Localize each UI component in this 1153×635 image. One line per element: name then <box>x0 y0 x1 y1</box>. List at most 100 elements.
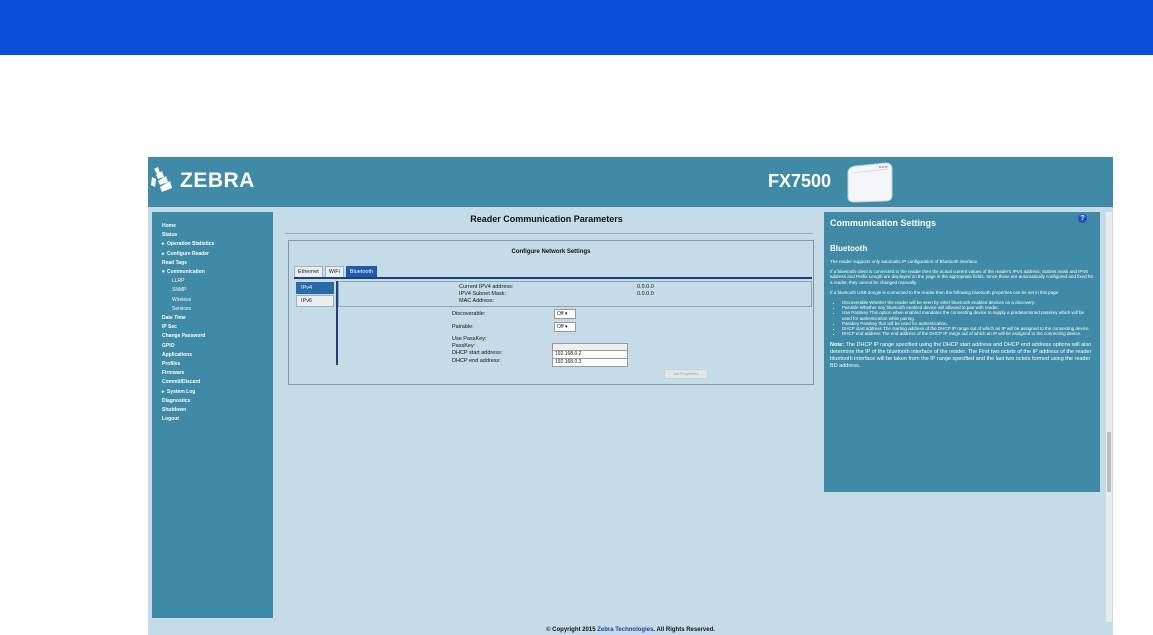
sidebar-item-label: LLRP <box>172 278 185 285</box>
help-property-list: Discoverable Whether the reader will be … <box>830 300 1094 336</box>
sidebar-item-commit-discard[interactable]: Commit/Discard <box>152 378 273 387</box>
ip-info-box: Current IPV4 address: 0.0.0.0 IPV4 Subne… <box>338 281 812 307</box>
app-header: ZEBRA FX7500 <box>148 157 1113 207</box>
set-properties-button[interactable]: Set Properties <box>664 369 708 379</box>
pairable-label: Pairable: <box>452 324 474 330</box>
pairable-select[interactable]: Off ▾ <box>554 322 576 332</box>
sidebar-item-configure-reader[interactable]: ▸ Configure Reader <box>152 250 273 259</box>
help-note: Note: The DHCP IP range specified using … <box>830 342 1094 370</box>
scrollbar[interactable] <box>1106 212 1112 622</box>
mac-address-label: MAC Address: <box>459 298 495 304</box>
sidebar-item-date-time[interactable]: Date Time <box>152 314 273 323</box>
sidebar-item-label: GPIO <box>162 342 175 349</box>
sidebar-item-communication[interactable]: ▾ Communication <box>152 268 273 277</box>
dhcp-end-label: DHCP end address: <box>452 358 501 364</box>
sidebar-item-wireless[interactable]: Wireless <box>152 296 273 305</box>
sidebar-item-label: Date Time <box>162 315 186 322</box>
network-settings-panel: Configure Network Settings Ethernet WiFi… <box>288 240 814 385</box>
help-question-icon[interactable]: ? <box>1078 214 1087 223</box>
sidebar-item-diagnostics[interactable]: Diagnostics <box>152 397 273 406</box>
sidebar-item-label: Operation Statistics <box>167 241 215 248</box>
sidebar-item-label: Applications <box>162 351 193 358</box>
sidebar-item-read-tags[interactable]: Read Tags <box>152 259 273 268</box>
help-panel: Communication Settings ? Bluetooth The r… <box>824 212 1100 492</box>
ip-version-tabs: IPv4 IPv6 <box>296 282 334 308</box>
sidebar-item-label: Profiles <box>162 361 181 368</box>
zebra-head-icon <box>151 167 172 192</box>
discoverable-label: Discoverable: <box>452 311 486 317</box>
note-label: Note: <box>830 342 845 349</box>
sidebar-item-label: Commit/Discard <box>162 379 201 386</box>
sidebar-item-label: Logout <box>162 416 179 423</box>
zebra-logo: ZEBRA <box>148 165 255 197</box>
network-tabs: Ethernet WiFi Bluetooth <box>294 266 379 277</box>
tab-ethernet[interactable]: Ethernet <box>294 266 323 277</box>
sidebar-item-label: Read Tags <box>162 259 187 266</box>
sidebar-item-label: Configure Reader <box>167 250 209 257</box>
sidebar-item-applications[interactable]: Applications <box>152 351 273 360</box>
sidebar-item-label: Status <box>162 232 178 239</box>
sidebar-item-label: IP Sec <box>162 324 177 331</box>
sidebar-item-label: SNMP <box>172 287 187 294</box>
page-title: Reader Communication Parameters <box>470 214 623 224</box>
dhcp-start-label: DHCP start address: <box>452 350 503 356</box>
help-list-item: DHCP end address The end address of the … <box>842 331 1094 336</box>
sidebar-item-llrp[interactable]: LLRP <box>152 277 273 286</box>
sidebar-item-gpio[interactable]: GPIO <box>152 342 273 351</box>
sidebar-item-label: Wireless <box>172 296 192 303</box>
tab-wifi[interactable]: WiFi <box>324 266 344 277</box>
sidebar-item-operation-statistics[interactable]: ▸ Operation Statistics <box>152 240 273 249</box>
sidebar-nav: Home Status ▸ Operation Statistics ▸ Configur… <box>152 212 273 618</box>
copyright-text: © Copyright 2015 <box>546 627 598 633</box>
sidebar-item-label: System Log <box>167 388 196 395</box>
sidebar-item-services[interactable]: Services <box>152 305 273 314</box>
dhcp-end-input[interactable]: 192.168.0.3 <box>552 358 628 367</box>
help-list-item: Use Passkey This option when enabled man… <box>842 310 1094 320</box>
tab-ipv4[interactable]: IPv4 <box>296 282 334 294</box>
sidebar-item-logout[interactable]: Logout <box>152 415 273 424</box>
zebra-link[interactable]: Zebra Technologies <box>597 627 653 633</box>
subnet-mask-label: IPV4 Subnet Mask: <box>459 291 507 297</box>
nav-list: Home Status ▸ Operation Statistics ▸ Configur… <box>152 212 273 424</box>
model-name: FX7500 <box>768 171 832 191</box>
tab-ipv6[interactable]: IPv6 <box>296 295 334 307</box>
note-text: The DHCP IP range specified using the DH… <box>830 342 1092 370</box>
passkey-label: PassKey: <box>452 343 476 349</box>
current-ipv4-value: 0.0.0.0 <box>637 284 654 290</box>
current-ipv4-label: Current IPV4 address: <box>459 284 514 290</box>
help-paragraph: If a bluetooth USB dongle is connected t… <box>830 289 1059 295</box>
brand-name: ZEBRA <box>180 169 255 192</box>
tab-bluetooth[interactable]: Bluetooth <box>345 266 378 277</box>
help-subtitle: Bluetooth <box>830 244 868 253</box>
sidebar-item-profiles[interactable]: Profiles <box>152 360 273 369</box>
help-paragraph: The reader supports only automatic IP co… <box>830 259 979 264</box>
sidebar-item-firmware[interactable]: Firmware <box>152 369 273 378</box>
sidebar-item-change-password[interactable]: Change Password <box>152 332 273 341</box>
rights-text: . All Rights Reserved. <box>653 627 715 633</box>
scrollbar-thumb[interactable] <box>1107 432 1111 492</box>
reader-web-console: ZEBRA FX7500 Home Status ▸ Operation Statis… <box>148 157 1113 635</box>
bluetooth-settings: IPv4 IPv6 Current IPV4 address: 0.0.0.0 … <box>294 279 812 367</box>
main-content: Reader Communication Parameters Configur… <box>275 212 818 632</box>
help-paragraph: If a bluetooth client is connected to th… <box>830 269 1094 285</box>
sidebar-item-label: Home <box>162 223 176 229</box>
top-banner <box>0 0 1153 55</box>
sidebar-item-system-log[interactable]: ▸ System Log <box>152 388 273 397</box>
sidebar-item-label: Shutdown <box>162 407 187 414</box>
discoverable-select[interactable]: Off ▾ <box>554 309 576 319</box>
sidebar-item-home[interactable]: Home <box>152 222 273 231</box>
title-divider <box>285 233 813 234</box>
sidebar-item-label: Diagnostics <box>162 397 191 404</box>
footer: © Copyright 2015 Zebra Technologies. All… <box>148 627 1113 633</box>
use-passkey-label: Use PassKey: <box>452 336 487 342</box>
sidebar-item-label: Services <box>172 305 192 312</box>
sidebar-item-label: Communication <box>167 269 205 276</box>
sidebar-item-label: Firmware <box>162 370 185 377</box>
sidebar-item-shutdown[interactable]: Shutdown <box>152 406 273 415</box>
sidebar-item-label: Change Password <box>162 333 206 340</box>
sidebar-item-snmp[interactable]: SNMP <box>152 286 273 295</box>
sidebar-item-status[interactable]: Status <box>152 231 273 240</box>
help-body: Bluetooth The reader supports only autom… <box>830 244 1094 370</box>
subnet-mask-value: 0.0.0.0 <box>637 291 654 297</box>
sidebar-item-ip-sec[interactable]: IP Sec <box>152 323 273 332</box>
